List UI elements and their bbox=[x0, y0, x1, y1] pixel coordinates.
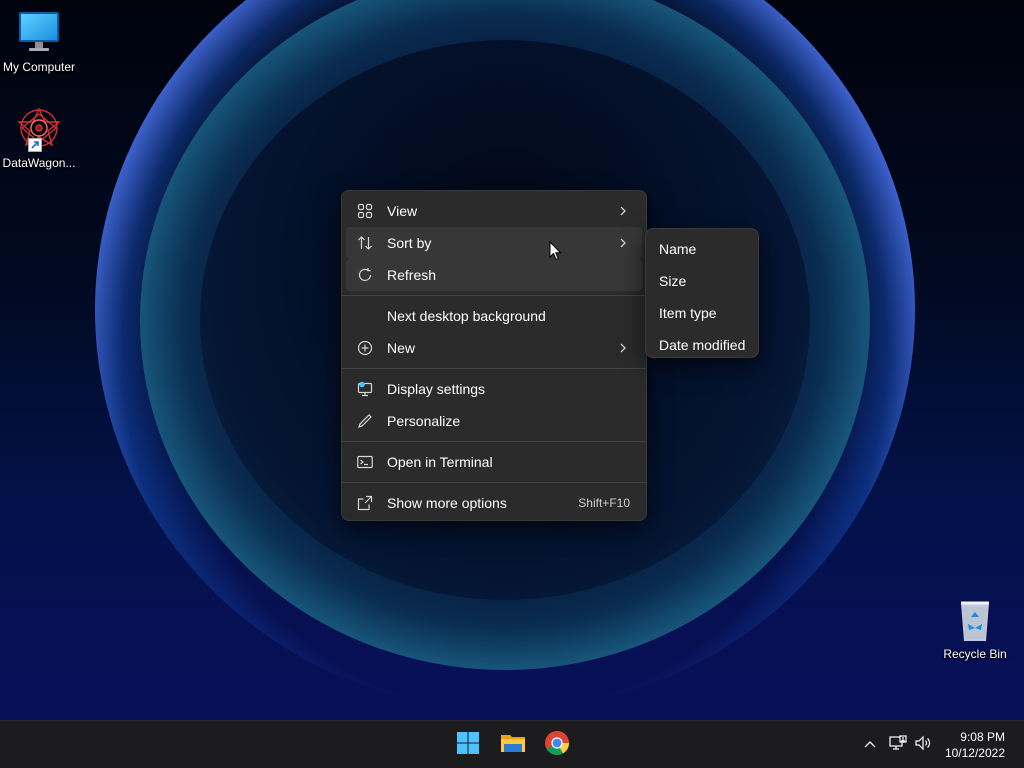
desktop-icon-label: Recycle Bin bbox=[943, 647, 1007, 661]
keyboard-shortcut: Shift+F10 bbox=[578, 496, 630, 510]
desktop-icon-label: My Computer bbox=[2, 60, 76, 74]
submenu-item-date-modified[interactable]: Date modified bbox=[650, 329, 754, 361]
menu-item-next-desktop-background[interactable]: Next desktop background bbox=[346, 300, 642, 332]
monitor-icon bbox=[15, 10, 63, 58]
terminal-icon bbox=[356, 453, 374, 471]
taskbar: 9:08 PM 10/12/2022 bbox=[0, 720, 1024, 768]
menu-item-new[interactable]: New bbox=[346, 332, 642, 364]
menu-item-open-in-terminal[interactable]: Open in Terminal bbox=[346, 446, 642, 478]
menu-item-personalize[interactable]: Personalize bbox=[346, 405, 642, 437]
menu-item-sort-by[interactable]: Sort by bbox=[346, 227, 642, 259]
submenu-item-name[interactable]: Name bbox=[650, 233, 754, 265]
menu-separator bbox=[342, 295, 646, 296]
share-icon bbox=[356, 494, 374, 512]
display-settings-icon bbox=[356, 380, 374, 398]
refresh-icon bbox=[356, 266, 374, 284]
chevron-right-icon bbox=[616, 340, 630, 356]
menu-item-view[interactable]: View bbox=[346, 195, 642, 227]
menu-item-show-more-options[interactable]: Show more options Shift+F10 bbox=[346, 487, 642, 519]
menu-separator bbox=[342, 441, 646, 442]
menu-item-label: Show more options bbox=[387, 495, 507, 511]
chrome-button[interactable] bbox=[541, 729, 573, 761]
chevron-right-icon bbox=[616, 203, 630, 219]
desktop[interactable]: My Computer DataWagon... Recycle Bin Vie… bbox=[0, 0, 1024, 720]
desktop-icon-datawagon[interactable]: DataWagon... bbox=[0, 106, 78, 171]
submenu-item-size[interactable]: Size bbox=[650, 265, 754, 297]
start-icon bbox=[456, 731, 480, 760]
taskbar-clock[interactable]: 9:08 PM 10/12/2022 bbox=[945, 729, 1005, 761]
clock-date: 10/12/2022 bbox=[944, 746, 1005, 760]
chevron-right-icon bbox=[616, 235, 630, 251]
sort-by-submenu: Name Size Item type Date modified bbox=[645, 228, 759, 358]
volume-icon bbox=[914, 735, 932, 756]
network-button[interactable] bbox=[888, 734, 908, 756]
menu-item-label: Personalize bbox=[387, 413, 461, 429]
desktop-context-menu: View Sort by Refresh Next desktop backgr… bbox=[341, 190, 647, 521]
desktop-icon-my-computer[interactable]: My Computer bbox=[0, 10, 78, 75]
desktop-icon-label: DataWagon... bbox=[2, 156, 76, 170]
menu-separator bbox=[342, 368, 646, 369]
menu-item-display-settings[interactable]: Display settings bbox=[346, 373, 642, 405]
network-icon bbox=[889, 734, 907, 756]
menu-separator bbox=[342, 482, 646, 483]
chevron-up-icon bbox=[863, 736, 877, 754]
clock-time: 9:08 PM bbox=[960, 730, 1005, 744]
menu-item-refresh[interactable]: Refresh bbox=[346, 259, 642, 291]
menu-item-label: Open in Terminal bbox=[387, 454, 493, 470]
menu-item-label: New bbox=[387, 340, 416, 356]
desktop-icon-recycle-bin[interactable]: Recycle Bin bbox=[936, 597, 1014, 662]
chrome-icon bbox=[544, 730, 570, 761]
volume-button[interactable] bbox=[913, 735, 933, 755]
grid-icon bbox=[356, 202, 374, 220]
file-explorer-button[interactable] bbox=[497, 729, 529, 761]
plus-circle-icon bbox=[356, 339, 374, 357]
recycle-bin-icon bbox=[951, 597, 999, 645]
sort-arrows-icon bbox=[356, 234, 374, 252]
pen-icon bbox=[356, 412, 374, 430]
menu-item-label: Next desktop background bbox=[387, 308, 546, 324]
menu-item-label: Display settings bbox=[387, 381, 486, 397]
submenu-item-item-type[interactable]: Item type bbox=[650, 297, 754, 329]
file-explorer-icon bbox=[500, 731, 526, 760]
menu-item-label: Sort by bbox=[387, 235, 432, 251]
shortcut-arrow-icon bbox=[28, 138, 42, 152]
show-hidden-icons-button[interactable] bbox=[860, 735, 880, 755]
menu-item-label: View bbox=[387, 203, 418, 219]
start-button[interactable] bbox=[452, 729, 484, 761]
datawagon-app-icon bbox=[15, 106, 63, 154]
mouse-cursor-icon bbox=[549, 240, 563, 266]
menu-item-label: Refresh bbox=[387, 267, 437, 283]
